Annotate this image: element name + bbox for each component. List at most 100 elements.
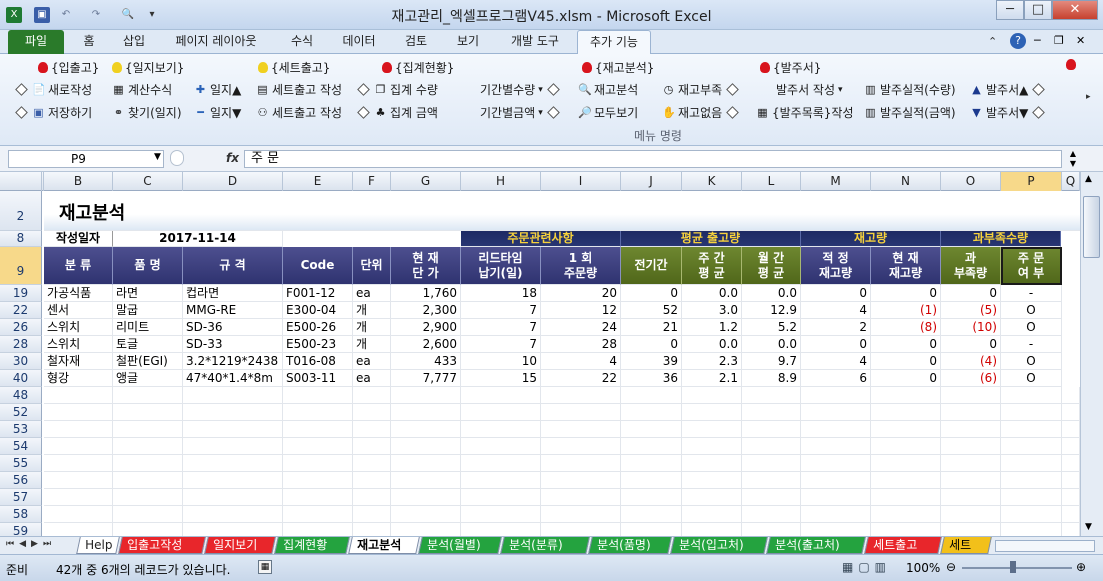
cell-total[interactable]: 21 (621, 319, 682, 336)
row-header-57[interactable]: 57 (0, 489, 42, 506)
sheet-tab-4[interactable]: 재고분석 (348, 537, 420, 554)
btn-sum-amount[interactable]: ♣ 집계 금액 (356, 104, 438, 121)
menu-journal[interactable]: {일지보기} (112, 59, 184, 76)
empty-cell[interactable] (461, 455, 541, 472)
column-title-F[interactable]: 단위 (353, 247, 391, 285)
empty-cell[interactable] (941, 387, 1001, 404)
ribbon-scroll-right-icon[interactable]: ▸ (1086, 92, 1091, 102)
empty-cell[interactable] (541, 404, 621, 421)
btn-journal-up[interactable]: ✚ 일지▲ (194, 81, 241, 98)
empty-cell[interactable] (541, 387, 621, 404)
empty-cell[interactable] (941, 438, 1001, 455)
cell-proper[interactable]: 4 (801, 353, 871, 370)
empty-cell[interactable] (621, 404, 682, 421)
column-header-I[interactable]: I (541, 172, 621, 191)
empty-cell[interactable] (541, 489, 621, 506)
empty-cell[interactable] (44, 472, 113, 489)
empty-cell[interactable] (682, 404, 742, 421)
column-title-J[interactable]: 전기간 (621, 247, 682, 285)
cell-spec[interactable]: SD-33 (183, 336, 283, 353)
cell-name[interactable]: 말굽 (113, 302, 183, 319)
date-label[interactable]: 작성일자 (44, 231, 113, 247)
cell-proper[interactable]: 0 (801, 336, 871, 353)
empty-cell[interactable] (1062, 455, 1080, 472)
maximize-button[interactable]: □ (1024, 0, 1052, 20)
cell-month[interactable]: 8.9 (742, 370, 801, 387)
column-title-E[interactable]: Code (283, 247, 353, 285)
column-title-O[interactable]: 과 부족량 (941, 247, 1001, 285)
vertical-scrollbar[interactable]: ▲ ▼ (1080, 172, 1103, 536)
cell-week[interactable]: 3.0 (682, 302, 742, 319)
formula-input[interactable]: 주 문 (244, 150, 1062, 168)
macro-record-icon[interactable]: ▦ (258, 560, 272, 574)
cell-proper[interactable]: 6 (801, 370, 871, 387)
cell-cat[interactable]: 가공식품 (44, 285, 113, 302)
row-header-28[interactable]: 28 (0, 336, 42, 353)
empty-cell[interactable] (183, 421, 283, 438)
sheet-title[interactable]: 재고분석 (56, 201, 256, 227)
cell-lead[interactable]: 7 (461, 302, 541, 319)
cell-week[interactable]: 2.1 (682, 370, 742, 387)
empty-cell[interactable] (742, 387, 801, 404)
row-header-55[interactable]: 55 (0, 455, 42, 472)
cell-code[interactable]: S003-11 (283, 370, 353, 387)
row-header-53[interactable]: 53 (0, 421, 42, 438)
formula-expand-icon[interactable] (170, 150, 184, 166)
empty-cell[interactable] (541, 472, 621, 489)
sheet-tab-0[interactable]: Help (76, 537, 120, 554)
tab-1[interactable]: 홈 (76, 30, 102, 54)
empty-cell[interactable] (461, 472, 541, 489)
empty-cell[interactable] (391, 506, 461, 523)
cell-name[interactable]: 리미트 (113, 319, 183, 336)
btn-order-list[interactable]: ▦ {발주목록}작성 (756, 104, 853, 121)
empty-cell[interactable] (801, 506, 871, 523)
cell-unit[interactable]: ea (353, 285, 391, 302)
sheet-tab-3[interactable]: 집계현황 (274, 537, 350, 554)
empty-cell[interactable] (1062, 438, 1080, 455)
empty-cell[interactable] (1001, 387, 1062, 404)
column-header-H[interactable]: H (461, 172, 541, 191)
empty-cell[interactable] (742, 472, 801, 489)
cell-qty[interactable]: 24 (541, 319, 621, 336)
empty-cell[interactable] (391, 455, 461, 472)
zoom-slider-track[interactable] (962, 567, 1072, 569)
empty-cell[interactable] (283, 438, 353, 455)
empty-cell[interactable] (391, 421, 461, 438)
btn-set-out-write-2[interactable]: ⚇ 세트출고 작성 (256, 104, 343, 121)
cell-current[interactable]: (1) (871, 302, 941, 319)
tab-6[interactable]: 검토 (398, 30, 434, 54)
cell-proper[interactable]: 2 (801, 319, 871, 336)
row-header-40[interactable]: 40 (0, 370, 42, 387)
empty-cell[interactable] (353, 421, 391, 438)
empty-cell[interactable] (1001, 438, 1062, 455)
empty-cell[interactable] (183, 404, 283, 421)
cell-price[interactable]: 2,300 (391, 302, 461, 319)
menu-inout[interactable]: {입출고} (38, 59, 99, 76)
column-header-N[interactable]: N (871, 172, 941, 191)
empty-cell[interactable] (801, 472, 871, 489)
empty-cell[interactable] (1062, 421, 1080, 438)
cell-current[interactable]: 0 (871, 336, 941, 353)
column-title-H[interactable]: 리드타임 납기(일) (461, 247, 541, 285)
zoom-out-icon[interactable]: ⊖ (946, 560, 956, 574)
cell-current[interactable]: 0 (871, 353, 941, 370)
sheet-nav-icons[interactable]: ⏮◀▶⏭ (6, 539, 56, 549)
scroll-down-icon[interactable]: ▼ (1085, 522, 1092, 532)
empty-cell[interactable] (1062, 472, 1080, 489)
empty-cell[interactable] (44, 421, 113, 438)
zoom-level[interactable]: 100% (906, 561, 940, 575)
cell-order[interactable]: - (1001, 285, 1062, 302)
empty-cell[interactable] (113, 387, 183, 404)
cell-total[interactable]: 39 (621, 353, 682, 370)
empty-cell[interactable] (283, 489, 353, 506)
empty-cell[interactable] (461, 421, 541, 438)
btn-sum-qty[interactable]: ❐ 집계 수량 (356, 81, 438, 98)
empty-cell[interactable] (742, 489, 801, 506)
empty-cell[interactable] (682, 438, 742, 455)
column-title-P[interactable]: 주 문여 부 (1001, 247, 1062, 285)
workbook-minimize-icon[interactable]: ─ (1034, 34, 1041, 47)
empty-cell[interactable] (871, 387, 941, 404)
empty-cell[interactable] (391, 387, 461, 404)
empty-cell[interactable] (871, 472, 941, 489)
empty-cell[interactable] (541, 438, 621, 455)
